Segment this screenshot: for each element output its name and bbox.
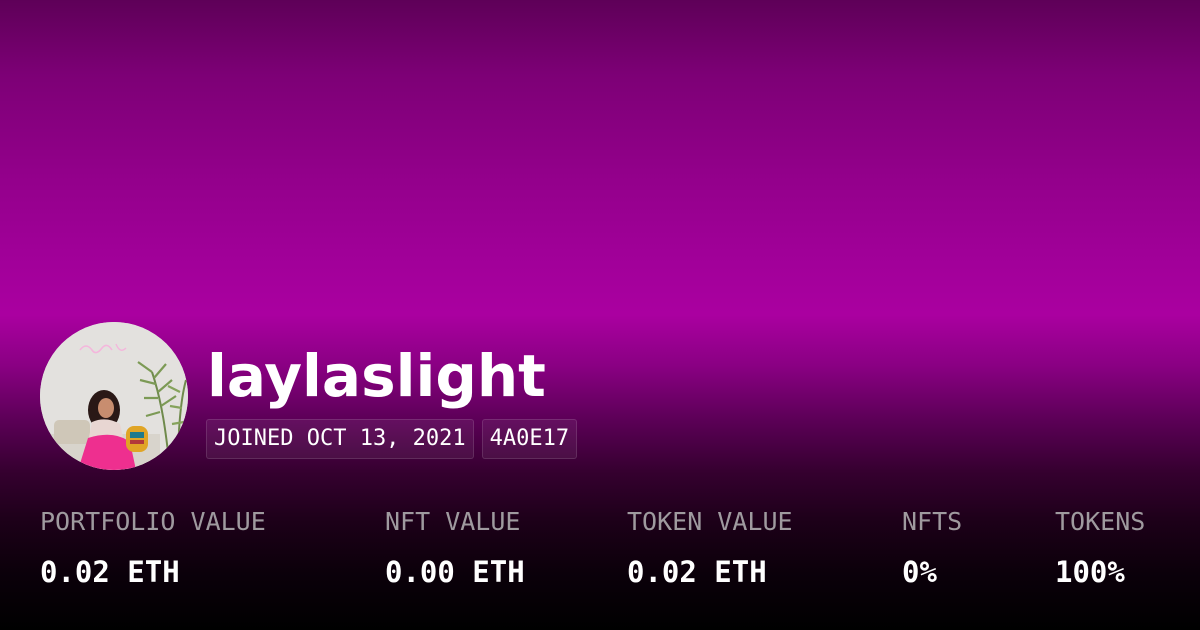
username: laylaslight bbox=[207, 342, 546, 410]
stat-label: TOKEN VALUE bbox=[627, 507, 793, 536]
stat-nfts-share: NFTS 0% bbox=[902, 504, 962, 590]
profile-card: laylaslight JOINED OCT 13, 2021 4A0E17 P… bbox=[0, 0, 1200, 630]
stat-value: 0% bbox=[902, 555, 937, 589]
stat-value: 100% bbox=[1055, 555, 1125, 589]
stat-label: NFT VALUE bbox=[385, 507, 521, 536]
avatar-photo bbox=[40, 322, 188, 470]
stat-label: NFTS bbox=[902, 507, 963, 536]
stat-value: 0.02 ETH bbox=[627, 555, 767, 589]
stat-tokens-share: TOKENS 100% bbox=[1055, 504, 1145, 590]
profile-tags: JOINED OCT 13, 2021 4A0E17 bbox=[206, 419, 578, 459]
stat-nft-value: NFT VALUE 0.00 ETH bbox=[385, 504, 525, 590]
wallet-address-badge[interactable]: 4A0E17 bbox=[481, 419, 578, 459]
stat-token-value: TOKEN VALUE 0.02 ETH bbox=[627, 504, 793, 590]
stat-label: TOKENS bbox=[1055, 507, 1146, 536]
stat-label: PORTFOLIO VALUE bbox=[40, 507, 266, 536]
joined-date-badge: JOINED OCT 13, 2021 bbox=[206, 419, 474, 459]
stat-portfolio-value: PORTFOLIO VALUE 0.02 ETH bbox=[40, 504, 266, 590]
stat-value: 0.02 ETH bbox=[40, 555, 180, 589]
stat-value: 0.00 ETH bbox=[385, 555, 525, 589]
avatar[interactable] bbox=[40, 322, 188, 470]
